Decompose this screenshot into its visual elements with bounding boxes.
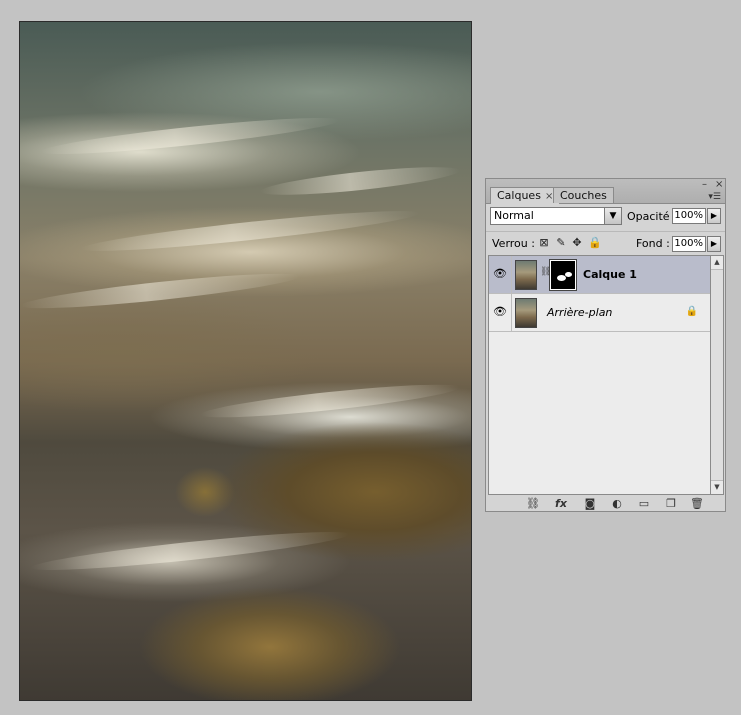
layer-row-arriere-plan[interactable]: 👁 Arrière-plan 🔒	[489, 294, 710, 332]
lock-paint-icon[interactable]: ✎	[555, 237, 567, 249]
link-layers-icon[interactable]: ⛓	[526, 497, 540, 511]
eye-icon[interactable]: 👁	[492, 305, 508, 319]
document-canvas[interactable]	[19, 21, 472, 701]
layer-name: Calque 1	[583, 268, 637, 281]
scroll-down-icon[interactable]: ▼	[711, 480, 723, 494]
panel-bottom-toolbar: ⛓ fx ◙ ◐ ▭ ❐ 🗑	[486, 496, 725, 512]
divider	[511, 256, 512, 293]
lock-all-icon[interactable]: 🔒	[588, 237, 602, 249]
eye-icon[interactable]: 👁	[492, 267, 508, 281]
tab-label: Calques	[497, 189, 541, 202]
panel-tab-bar: – × Calques × Couches ▾☰	[486, 179, 725, 204]
scroll-up-icon[interactable]: ▲	[711, 256, 723, 270]
divider	[511, 294, 512, 331]
blend-opacity-row: Normal ▼ Opacité : 100% ▶	[486, 205, 725, 229]
water-streak	[199, 378, 461, 424]
delete-layer-icon[interactable]: 🗑	[690, 497, 704, 511]
lock-move-icon[interactable]: ✥	[571, 237, 583, 249]
adjustment-layer-icon[interactable]: ◐	[610, 497, 624, 511]
fill-field[interactable]: 100%	[672, 236, 706, 252]
minimize-icon[interactable]: –	[702, 180, 707, 190]
layer-thumbnail	[515, 260, 537, 290]
add-mask-icon[interactable]: ◙	[583, 497, 597, 511]
fill-label: Fond :	[636, 237, 670, 250]
opacity-slider-button[interactable]: ▶	[707, 208, 721, 224]
fill-slider-button[interactable]: ▶	[707, 236, 721, 252]
water-streak	[39, 111, 341, 161]
layer-row-calque-1[interactable]: 👁 ⛓ Calque 1	[489, 256, 710, 294]
tab-couches[interactable]: Couches	[553, 187, 614, 203]
layer-thumbnail	[515, 298, 537, 328]
lock-fill-row: Verrou : ⊠ ✎ ✥ 🔒 Fond : 100% ▶	[486, 231, 725, 256]
water-streak	[20, 267, 301, 315]
lock-icon: 🔒	[685, 306, 698, 317]
blend-mode-value: Normal	[494, 209, 534, 222]
panel-menu-icon[interactable]: ▾☰	[708, 192, 721, 202]
layer-style-fx-icon[interactable]: fx	[554, 497, 568, 511]
chevron-down-icon[interactable]: ▼	[604, 208, 621, 224]
opacity-field[interactable]: 100%	[672, 208, 706, 224]
new-layer-icon[interactable]: ❐	[664, 497, 678, 511]
layer-mask-thumbnail[interactable]	[549, 259, 577, 291]
layers-panel: – × Calques × Couches ▾☰ Normal ▼ Opacité…	[485, 178, 726, 512]
new-group-icon[interactable]: ▭	[637, 497, 651, 511]
water-streak	[259, 161, 461, 201]
mask-shape	[565, 272, 572, 277]
layers-scrollbar[interactable]: ▲ ▼	[711, 255, 724, 495]
tab-label: Couches	[560, 189, 607, 202]
blend-mode-select[interactable]: Normal ▼	[490, 207, 622, 225]
water-streak	[29, 525, 351, 577]
lock-label: Verrou :	[492, 237, 535, 250]
close-icon[interactable]: ×	[715, 180, 723, 190]
lock-transparency-icon[interactable]: ⊠	[538, 237, 550, 249]
layer-name: Arrière-plan	[547, 306, 613, 319]
opacity-label: Opacité :	[627, 210, 677, 223]
layers-list: 👁 ⛓ Calque 1 👁 Arrière-plan 🔒	[488, 255, 711, 495]
tab-calques[interactable]: Calques ×	[490, 187, 561, 204]
water-streak	[79, 204, 421, 258]
